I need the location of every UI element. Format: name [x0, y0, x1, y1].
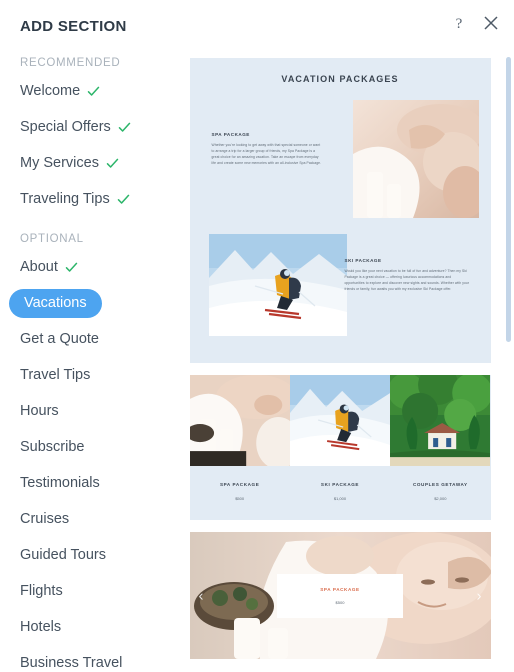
chevron-right-icon[interactable]: › — [477, 588, 482, 603]
sidebar-section-label: OPTIONAL — [20, 233, 84, 245]
package-name: SPA PACKAGE — [320, 586, 360, 592]
sidebar-item-label: Get a Quote — [20, 331, 99, 347]
sidebar-item-label: My Services — [20, 155, 99, 171]
sidebar-item-hours[interactable]: Hours — [20, 393, 185, 429]
sidebar-item-label: Hours — [20, 403, 59, 419]
sidebar-item-traveling-tips[interactable]: Traveling Tips — [20, 181, 185, 217]
tropical-villa-palms-photo — [390, 375, 491, 466]
preview-scrollbar[interactable] — [506, 57, 511, 672]
preview-layout-3[interactable]: ‹ › SPA PACKAGE $500 — [189, 532, 491, 659]
sidebar-item-label: Welcome — [20, 83, 81, 99]
package-card-caption: COUPLES GETAWAY $2,000 — [390, 482, 490, 501]
checkmark-icon — [87, 85, 100, 98]
package-card-caption: SPA PACKAGE $500 — [190, 482, 290, 501]
add-section-modal: ADD SECTION RECOMMENDED Welcome Special Of… — [0, 0, 514, 672]
package-name: SKI PACKAGE — [320, 482, 360, 487]
sidebar-item-flights[interactable]: Flights — [20, 573, 185, 609]
checkmark-icon — [118, 121, 131, 134]
sidebar-item-hotels[interactable]: Hotels — [20, 609, 185, 645]
package-name: SPA PACKAGE — [219, 482, 260, 487]
skier-downhill-snow-photo — [289, 375, 391, 466]
sidebar-item-label: Business Travel — [20, 655, 123, 671]
skier-downhill-snow-photo — [208, 234, 347, 336]
close-icon[interactable] — [482, 14, 500, 32]
sidebar-item-guided-tours[interactable]: Guided Tours — [20, 537, 185, 573]
scrollbar-thumb[interactable] — [506, 57, 511, 342]
sidebar-section-label: RECOMMENDED — [20, 57, 121, 69]
checkmark-icon — [106, 157, 119, 170]
spa-massage-candles-photo — [189, 375, 290, 466]
block-title: SPA PACKAGE — [211, 132, 250, 137]
package-price: $500 — [235, 496, 245, 501]
sidebar-item-label: Special Offers — [20, 119, 111, 135]
package-name: COUPLES GETAWAY — [412, 482, 468, 487]
package-card-caption: SKI PACKAGE $1,000 — [290, 482, 390, 501]
block-title: SKI PACKAGE — [344, 258, 382, 263]
sidebar-item-subscribe[interactable]: Subscribe — [20, 429, 185, 465]
sidebar-item-cruises[interactable]: Cruises — [20, 501, 185, 537]
sidebar-item-label: Travel Tips — [20, 367, 91, 383]
sidebar-item-get-a-quote[interactable]: Get a Quote — [20, 321, 185, 357]
sidebar-item-label: Hotels — [20, 619, 62, 635]
block-body: Would you like your next vacation to be … — [344, 269, 470, 292]
block-body: Whether you're looking to get away with … — [211, 143, 322, 166]
sidebar-item-vacations[interactable]: Vacations — [9, 288, 102, 318]
chevron-left-icon[interactable]: ‹ — [199, 588, 204, 603]
sidebar-item-label: Flights — [20, 583, 63, 599]
sidebar-item-travel-tips[interactable]: Travel Tips — [20, 357, 185, 393]
package-price: $500 — [335, 599, 345, 605]
svg-text:?: ? — [456, 16, 463, 31]
section-preview-pane[interactable]: VACATION PACKAGES SPA PACKAGE Whether yo… — [185, 0, 514, 672]
page-title: ADD SECTION — [20, 18, 127, 35]
sidebar-item-business-travel[interactable]: Business Travel — [20, 645, 185, 672]
sidebar: ADD SECTION RECOMMENDED Welcome Special Of… — [0, 0, 185, 672]
sidebar-item-label: Cruises — [20, 511, 70, 527]
package-price: $2,000 — [434, 496, 447, 501]
question-mark-icon[interactable]: ? — [450, 14, 468, 32]
sidebar-item-label: Testimonials — [20, 475, 100, 491]
spa-massage-candles-photo — [352, 100, 479, 218]
sidebar-item-label: About — [20, 259, 58, 275]
sidebar-item-label: Vacations — [24, 295, 87, 311]
preview-block-ski: SKI PACKAGE Would you like your next vac… — [345, 258, 471, 292]
sidebar-item-about[interactable]: About — [20, 249, 185, 285]
preview-block-spa: SPA PACKAGE Whether you're looking to ge… — [212, 132, 322, 166]
modal-header-actions: ? — [450, 14, 500, 32]
preview-layout-1[interactable]: VACATION PACKAGES SPA PACKAGE Whether yo… — [189, 58, 491, 363]
sidebar-item-welcome[interactable]: Welcome — [20, 73, 185, 109]
sidebar-item-label: Traveling Tips — [20, 191, 110, 207]
carousel-caption-card: SPA PACKAGE $500 — [277, 573, 403, 618]
checkmark-icon — [65, 261, 78, 274]
sidebar-item-label: Guided Tours — [20, 547, 106, 563]
sidebar-item-testimonials[interactable]: Testimonials — [20, 465, 185, 501]
checkmark-icon — [117, 193, 130, 206]
sidebar-item-special-offers[interactable]: Special Offers — [20, 109, 185, 145]
preview-layout-2[interactable]: SPA PACKAGE $500 SKI PACKAGE $1,000 COUPLES … — [189, 375, 491, 520]
sidebar-item-label: Subscribe — [20, 439, 85, 455]
package-price: $1,000 — [333, 496, 347, 501]
sidebar-item-my-services[interactable]: My Services — [20, 145, 185, 181]
preview-heading: VACATION PACKAGES — [281, 74, 399, 84]
